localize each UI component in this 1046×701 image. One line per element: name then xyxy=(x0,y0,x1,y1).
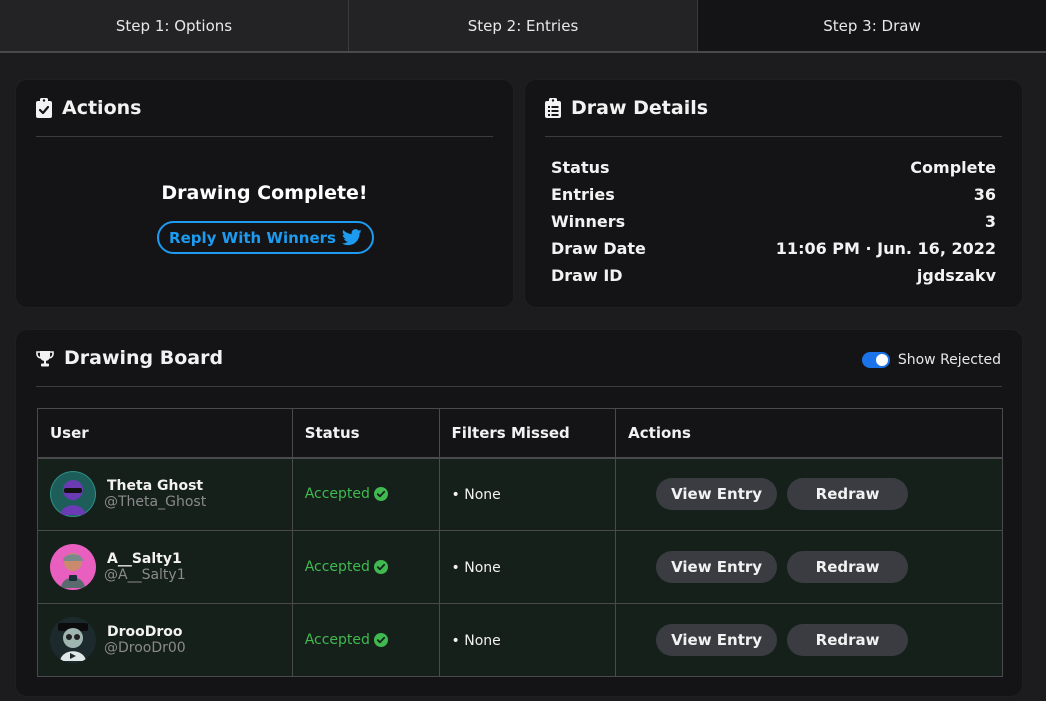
table-header-row: User Status Filters Missed Actions xyxy=(37,408,1003,459)
detail-label: Draw Date xyxy=(551,238,646,258)
redraw-button[interactable]: Redraw xyxy=(787,624,909,656)
table-row: Theta Ghost @Theta_Ghost Accepted • None… xyxy=(37,457,1003,531)
filters-cell: • None xyxy=(438,603,617,677)
detail-label: Status xyxy=(551,157,610,177)
filters-missed-text: • None xyxy=(451,560,501,576)
column-header-status: Status xyxy=(291,408,440,459)
check-circle-icon xyxy=(373,633,388,647)
drawing-board-card: Drawing Board Show Rejected User Status … xyxy=(15,329,1023,697)
draw-details-header: Draw Details xyxy=(545,80,1002,137)
tab-step-1-options[interactable]: Step 1: Options xyxy=(0,0,349,51)
clipboard-list-icon xyxy=(545,98,561,118)
reply-with-winners-button[interactable]: Reply With Winners xyxy=(157,221,374,254)
drawing-board-table: User Status Filters Missed Actions Theta… xyxy=(37,408,1003,677)
status-cell: Accepted xyxy=(291,457,440,531)
detail-row-status: Status Complete xyxy=(551,156,996,178)
detail-value: 3 xyxy=(984,211,996,231)
detail-value: Complete xyxy=(910,157,996,177)
drawing-board-header: Drawing Board xyxy=(36,330,1002,387)
user-handle: @Theta_Ghost xyxy=(104,494,207,511)
table-row: A__Salty1 @A__Salty1 Accepted • None Vie… xyxy=(37,530,1003,604)
show-rejected-control: Show Rejected xyxy=(861,352,1001,368)
detail-label: Winners xyxy=(551,211,626,231)
check-circle-icon xyxy=(373,487,388,502)
actions-title: Actions xyxy=(62,97,142,119)
filters-missed-text: • None xyxy=(451,487,501,504)
avatar-image xyxy=(51,472,95,517)
column-header-filters-missed: Filters Missed xyxy=(438,408,617,459)
drawing-complete-text: Drawing Complete! xyxy=(161,182,368,204)
detail-row-draw-id: Draw ID jgdszakv xyxy=(551,264,996,286)
actions-header: Actions xyxy=(36,80,493,137)
detail-value: 11:06 PM · Jun. 16, 2022 xyxy=(775,238,996,258)
show-rejected-toggle[interactable] xyxy=(861,352,890,368)
draw-details-card: Draw Details Status Complete Entries 36 … xyxy=(524,79,1023,308)
status-text: Accepted xyxy=(304,486,370,503)
status-cell: Accepted xyxy=(291,603,440,677)
avatar[interactable] xyxy=(50,544,96,590)
redraw-button[interactable]: Redraw xyxy=(787,478,909,511)
view-entry-button[interactable]: View Entry xyxy=(656,551,778,583)
actions-card: Actions Drawing Complete! Reply With Win… xyxy=(15,79,514,308)
avatar[interactable] xyxy=(50,617,96,663)
draw-details-title: Draw Details xyxy=(571,97,709,119)
tab-step-2-entries[interactable]: Step 2: Entries xyxy=(349,0,698,51)
status-cell: Accepted xyxy=(291,530,440,604)
user-handle: @DrooDr00 xyxy=(104,640,186,656)
view-entry-button[interactable]: View Entry xyxy=(656,478,778,511)
user-cell: DrooDroo @DrooDr00 xyxy=(37,603,293,677)
status-text: Accepted xyxy=(304,632,370,648)
detail-row-entries: Entries 36 xyxy=(551,183,996,205)
filters-cell: • None xyxy=(438,530,617,604)
filters-missed-text: • None xyxy=(451,633,501,649)
clipboard-check-icon xyxy=(36,98,52,118)
avatar-image xyxy=(51,545,95,589)
view-entry-button[interactable]: View Entry xyxy=(656,624,778,656)
table-row: DrooDroo @DrooDr00 Accepted • None View … xyxy=(37,603,1003,677)
user-name: DrooDroo xyxy=(107,624,183,640)
status-text: Accepted xyxy=(304,559,370,575)
show-rejected-label: Show Rejected xyxy=(897,352,1001,368)
detail-value: jgdszakv xyxy=(916,265,996,285)
check-circle-icon xyxy=(373,560,388,574)
column-header-user: User xyxy=(37,408,293,459)
trophy-icon xyxy=(36,350,54,366)
avatar[interactable] xyxy=(50,471,96,518)
detail-label: Draw ID xyxy=(551,265,623,285)
column-header-actions: Actions xyxy=(615,408,1003,459)
detail-row-draw-date: Draw Date 11:06 PM · Jun. 16, 2022 xyxy=(551,237,996,259)
actions-cell: View Entry Redraw xyxy=(615,457,1003,531)
reply-button-label: Reply With Winners xyxy=(169,228,336,247)
actions-cell: View Entry Redraw xyxy=(615,530,1003,604)
detail-value: 36 xyxy=(973,184,996,204)
drawing-board-title: Drawing Board xyxy=(64,347,224,369)
redraw-button[interactable]: Redraw xyxy=(787,551,909,583)
actions-cell: View Entry Redraw xyxy=(615,603,1003,677)
user-handle: @A__Salty1 xyxy=(104,567,186,583)
step-tabs: Step 1: Options Step 2: Entries Step 3: … xyxy=(0,0,1046,53)
user-cell: A__Salty1 @A__Salty1 xyxy=(37,530,293,604)
avatar-image xyxy=(51,618,95,662)
twitter-bird-icon xyxy=(341,229,362,246)
filters-cell: • None xyxy=(438,457,617,531)
user-name: Theta Ghost xyxy=(107,478,204,495)
tab-step-3-draw[interactable]: Step 3: Draw xyxy=(698,0,1046,51)
detail-label: Entries xyxy=(551,184,615,204)
detail-row-winners: Winners 3 xyxy=(551,210,996,232)
user-cell: Theta Ghost @Theta_Ghost xyxy=(37,457,293,531)
user-name: A__Salty1 xyxy=(107,551,182,567)
